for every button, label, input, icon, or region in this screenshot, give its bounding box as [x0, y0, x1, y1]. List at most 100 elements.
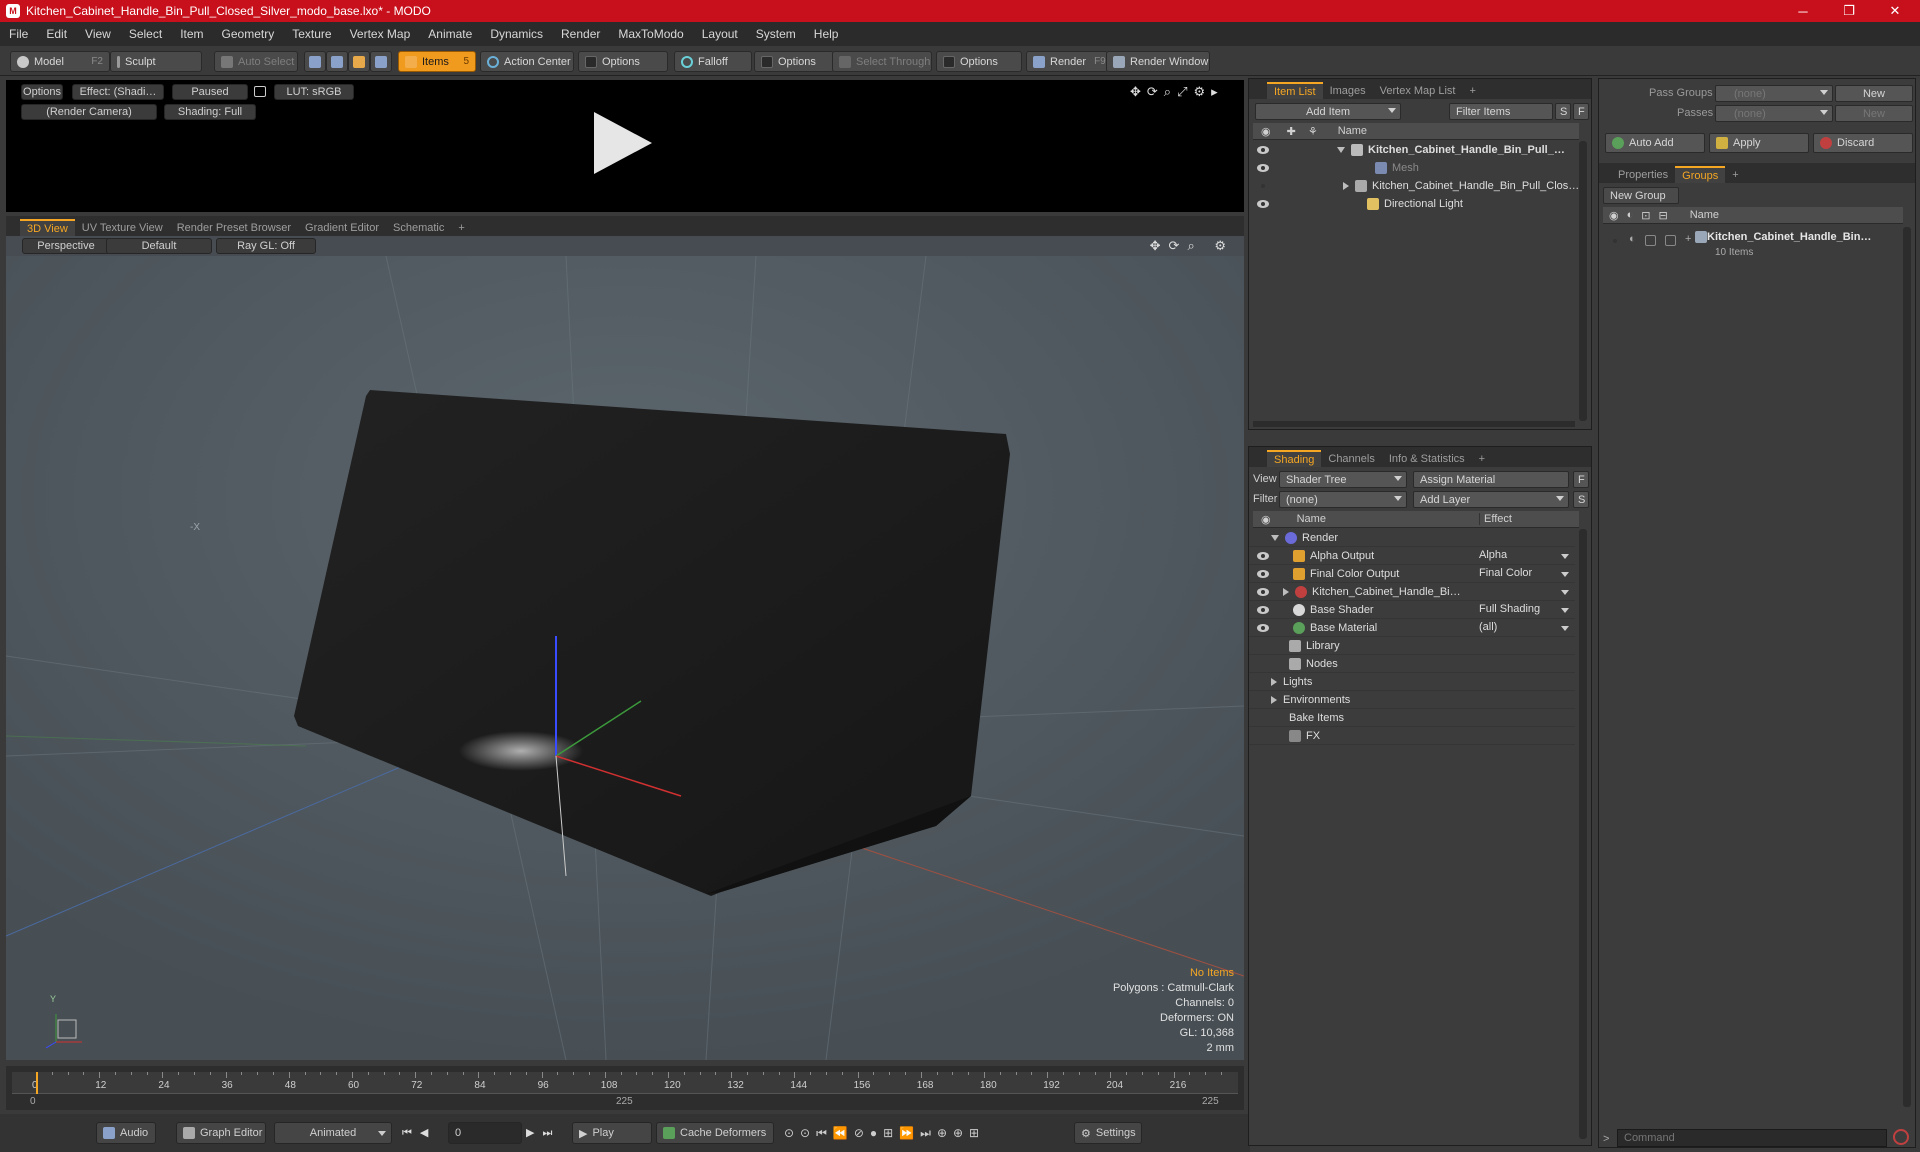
discard-button[interactable]: Discard: [1813, 133, 1913, 153]
maximize-button[interactable]: ❐: [1826, 0, 1872, 22]
lock-toggle-icon[interactable]: [1645, 235, 1656, 246]
add-layer-dropdown[interactable]: Add Layer: [1413, 491, 1569, 508]
tab-vertex-map-list[interactable]: Vertex Map List: [1373, 82, 1463, 99]
shader-row[interactable]: Base Shader Full Shading: [1249, 601, 1575, 619]
shading-f-button[interactable]: F: [1573, 471, 1589, 488]
shader-row[interactable]: Kitchen_Cabinet_Handle_Bi…: [1249, 583, 1575, 601]
filter-items-input[interactable]: Filter Items: [1449, 103, 1553, 120]
eye-icon[interactable]: [1257, 588, 1269, 596]
groups-scrollbar[interactable]: [1903, 227, 1911, 1107]
eye-icon[interactable]: [1257, 200, 1269, 208]
expand-icon[interactable]: [1337, 147, 1345, 153]
key-controls-icon[interactable]: ⊙⊙⏮⏪⊘●⊞⏩⏭⊕⊕⊞: [784, 1126, 985, 1141]
chevron-down-icon[interactable]: [1561, 590, 1569, 595]
menu-system[interactable]: System: [747, 27, 805, 41]
settings-button[interactable]: ⚙ Settings: [1074, 1122, 1142, 1144]
new-pass-group-button[interactable]: New: [1835, 85, 1913, 102]
item-row-model[interactable]: Kitchen_Cabinet_Handle_Bin_Pull_Clos…: [1249, 177, 1579, 195]
item-list-hscrollbar[interactable]: [1253, 421, 1575, 427]
tab-groups[interactable]: Groups: [1675, 166, 1726, 183]
items-mode-button[interactable]: Items 5: [398, 51, 476, 72]
eye-icon[interactable]: [1257, 552, 1269, 560]
render-toggle-icon[interactable]: ◐: [1629, 233, 1636, 245]
skip-end-icon[interactable]: ▶⏭: [526, 1126, 560, 1140]
pass-groups-dropdown[interactable]: (none): [1715, 85, 1833, 102]
menu-edit[interactable]: Edit: [37, 27, 76, 41]
skip-start-icon[interactable]: ⏮◀: [402, 1126, 436, 1140]
menu-view[interactable]: View: [76, 27, 120, 41]
animated-dropdown[interactable]: Animated: [274, 1122, 392, 1144]
shader-row[interactable]: Bake Items: [1249, 709, 1575, 727]
eye-icon[interactable]: [1257, 570, 1269, 578]
chevron-down-icon[interactable]: [1561, 626, 1569, 631]
audio-button[interactable]: Audio: [96, 1122, 156, 1144]
item-list-f-button[interactable]: F: [1573, 103, 1589, 120]
menu-layout[interactable]: Layout: [693, 27, 747, 41]
eye-icon[interactable]: [1257, 164, 1269, 172]
play-button[interactable]: ▶ Play: [572, 1122, 652, 1144]
3d-viewport[interactable]: Perspective Default Ray GL: Off ✥⟳⌕ ⚙ -X…: [6, 236, 1244, 1060]
shader-row[interactable]: Library: [1249, 637, 1575, 655]
tab-schematic[interactable]: Schematic: [386, 219, 451, 236]
eye-icon[interactable]: [1257, 606, 1269, 614]
menu-item[interactable]: Item: [171, 27, 212, 41]
expand-plus-icon[interactable]: +: [1685, 233, 1691, 245]
expand-icon[interactable]: [1271, 534, 1279, 541]
action-center-button[interactable]: Action Center: [480, 51, 574, 72]
shader-row[interactable]: Final Color Output Final Color: [1249, 565, 1575, 583]
menu-animate[interactable]: Animate: [419, 27, 481, 41]
timeline-ruler[interactable]: 0 12 24 36 48 60 72 84 96 108 120 132 144 156 168 180 19…: [12, 1072, 1238, 1094]
item-list-s-button[interactable]: S: [1555, 103, 1571, 120]
expand-icon[interactable]: [1271, 677, 1277, 686]
preview-view-controls-icon[interactable]: ✥⟳⌕⤢⚙▸: [1130, 84, 1224, 100]
item-row-scene[interactable]: Kitchen_Cabinet_Handle_Bin_Pull_…: [1249, 141, 1579, 159]
shader-row-effect[interactable]: Final Color: [1479, 567, 1532, 579]
item-row-mesh[interactable]: Mesh: [1249, 159, 1579, 177]
select-through-button[interactable]: Select Through: [832, 51, 932, 72]
shading-dropdown[interactable]: Shading: Full: [164, 104, 256, 120]
chevron-down-icon[interactable]: [1561, 608, 1569, 613]
sculpt-mode-button[interactable]: Sculpt: [110, 51, 202, 72]
view-dropdown[interactable]: Shader Tree: [1279, 471, 1407, 488]
select-materials-button[interactable]: [370, 51, 392, 72]
select-toggle-icon[interactable]: [1665, 235, 1676, 246]
shader-row[interactable]: Lights: [1249, 673, 1575, 691]
tab-gradient-editor[interactable]: Gradient Editor: [298, 219, 386, 236]
shader-row-effect[interactable]: Full Shading: [1479, 603, 1540, 615]
tab-info-statistics[interactable]: Info & Statistics: [1382, 450, 1472, 467]
tab-shading[interactable]: Shading: [1267, 450, 1322, 467]
select-through-options-button[interactable]: Options: [936, 51, 1022, 72]
add-item-dropdown[interactable]: Add Item: [1255, 103, 1401, 120]
shader-row-effect[interactable]: Alpha: [1479, 549, 1507, 561]
menu-file[interactable]: File: [0, 27, 37, 41]
menu-select[interactable]: Select: [120, 27, 171, 41]
model-mode-button[interactable]: Model F2: [10, 51, 110, 72]
play-preview-icon[interactable]: [586, 108, 656, 178]
command-stop-icon[interactable]: [1893, 1129, 1909, 1145]
timeline[interactable]: 0 12 24 36 48 60 72 84 96 108 120 132 144 156 168 180 19…: [6, 1066, 1244, 1110]
shading-s-button[interactable]: S: [1573, 491, 1589, 508]
eye-icon[interactable]: [1257, 146, 1269, 154]
tab-render-preset-browser[interactable]: Render Preset Browser: [170, 219, 298, 236]
group-row[interactable]: ◐ + Kitchen_Cabinet_Handle_Bin… 10 Items: [1603, 227, 1903, 263]
tab-images[interactable]: Images: [1323, 82, 1373, 99]
new-pass-button[interactable]: New: [1835, 105, 1913, 122]
command-expand-icon[interactable]: >: [1603, 1133, 1609, 1145]
apply-button[interactable]: Apply: [1709, 133, 1809, 153]
falloff-button[interactable]: Falloff: [674, 51, 752, 72]
frame-input[interactable]: 0: [448, 1122, 522, 1144]
close-button[interactable]: ✕: [1872, 0, 1918, 22]
graph-editor-button[interactable]: Graph Editor: [176, 1122, 266, 1144]
chevron-down-icon[interactable]: [1561, 572, 1569, 577]
lut-dropdown[interactable]: LUT: sRGB: [274, 84, 354, 100]
shader-row[interactable]: Base Material (all): [1249, 619, 1575, 637]
menu-texture[interactable]: Texture: [283, 27, 340, 41]
shader-row-effect[interactable]: (all): [1479, 621, 1497, 633]
select-edges-button[interactable]: [326, 51, 348, 72]
new-group-button[interactable]: New Group: [1603, 187, 1679, 204]
shader-row[interactable]: Alpha Output Alpha: [1249, 547, 1575, 565]
menu-help[interactable]: Help: [805, 27, 848, 41]
lock-icon[interactable]: [254, 86, 266, 97]
shading-scrollbar[interactable]: [1579, 529, 1587, 1139]
menu-dynamics[interactable]: Dynamics: [481, 27, 552, 41]
